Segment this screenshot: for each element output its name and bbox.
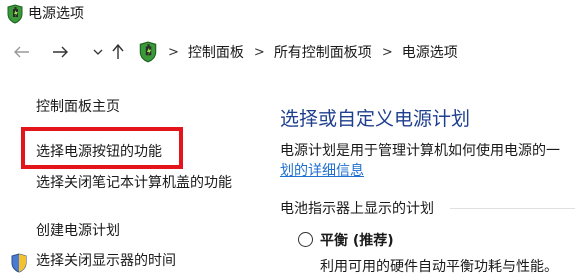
breadcrumb-control-panel[interactable]: 控制面板 — [188, 42, 244, 62]
back-button[interactable] — [10, 40, 34, 64]
breadcrumb-separator[interactable]: > — [382, 45, 393, 60]
breadcrumb-power-options[interactable]: 电源选项 — [402, 42, 458, 62]
page-title: 选择或自定义电源计划 — [280, 108, 471, 130]
shield-icon — [11, 253, 27, 273]
power-plan-details-link[interactable]: 划的详细信息 — [280, 160, 364, 182]
up-button[interactable] — [106, 40, 130, 64]
chevron-down-icon — [93, 49, 103, 55]
window-title: 电源选项 — [28, 6, 84, 22]
forward-button[interactable] — [48, 40, 72, 64]
forward-arrow-icon — [53, 46, 68, 58]
battery-meter-plans-label: 电池指示器上显示的计划 — [280, 201, 434, 217]
navigation-bar: > 控制面板 > 所有控制面板项 > 电源选项 — [0, 34, 575, 70]
recent-locations-button[interactable] — [90, 40, 106, 64]
title-bar: 电源选项 — [0, 0, 575, 28]
power-options-icon — [139, 41, 157, 63]
breadcrumb-separator[interactable]: > — [254, 45, 265, 60]
choose-display-off-time-link[interactable]: 选择关闭显示器的时间 — [36, 250, 176, 272]
main-content: 选择或自定义电源计划 电源计划是用于管理计算机如何使用电源的一 划的详细信息 电… — [260, 80, 575, 277]
balanced-plan-description: 利用可用的硬件自动平衡功耗与性能。 — [320, 259, 558, 275]
back-arrow-icon — [14, 46, 29, 58]
power-options-window: 电源选项 > 控制面板 > 所有控制面板项 > 电源选项 控制面板主页 选择电源… — [0, 0, 575, 277]
breadcrumb-separator[interactable]: > — [168, 45, 179, 60]
section-divider — [450, 208, 575, 209]
control-panel-home-link[interactable]: 控制面板主页 — [36, 96, 120, 116]
address-bar[interactable]: > 控制面板 > 所有控制面板项 > 电源选项 — [134, 36, 575, 68]
power-plan-description: 电源计划是用于管理计算机如何使用电源的一 — [280, 143, 560, 159]
breadcrumb-all-control-panel-items[interactable]: 所有控制面板项 — [274, 42, 372, 62]
choose-lid-close-function-link[interactable]: 选择关闭笔记本计算机盖的功能 — [36, 172, 246, 194]
highlight-annotation-box — [21, 127, 183, 169]
left-pane: 控制面板主页 选择电源按钮的功能 选择关闭笔记本计算机盖的功能 创建电源计划 选… — [0, 80, 250, 277]
balanced-plan-radio[interactable] — [298, 232, 313, 247]
power-options-icon — [7, 4, 23, 24]
up-arrow-icon — [112, 44, 124, 59]
balanced-plan-label[interactable]: 平衡 (推荐) — [320, 230, 394, 250]
create-power-plan-link[interactable]: 创建电源计划 — [36, 220, 120, 242]
